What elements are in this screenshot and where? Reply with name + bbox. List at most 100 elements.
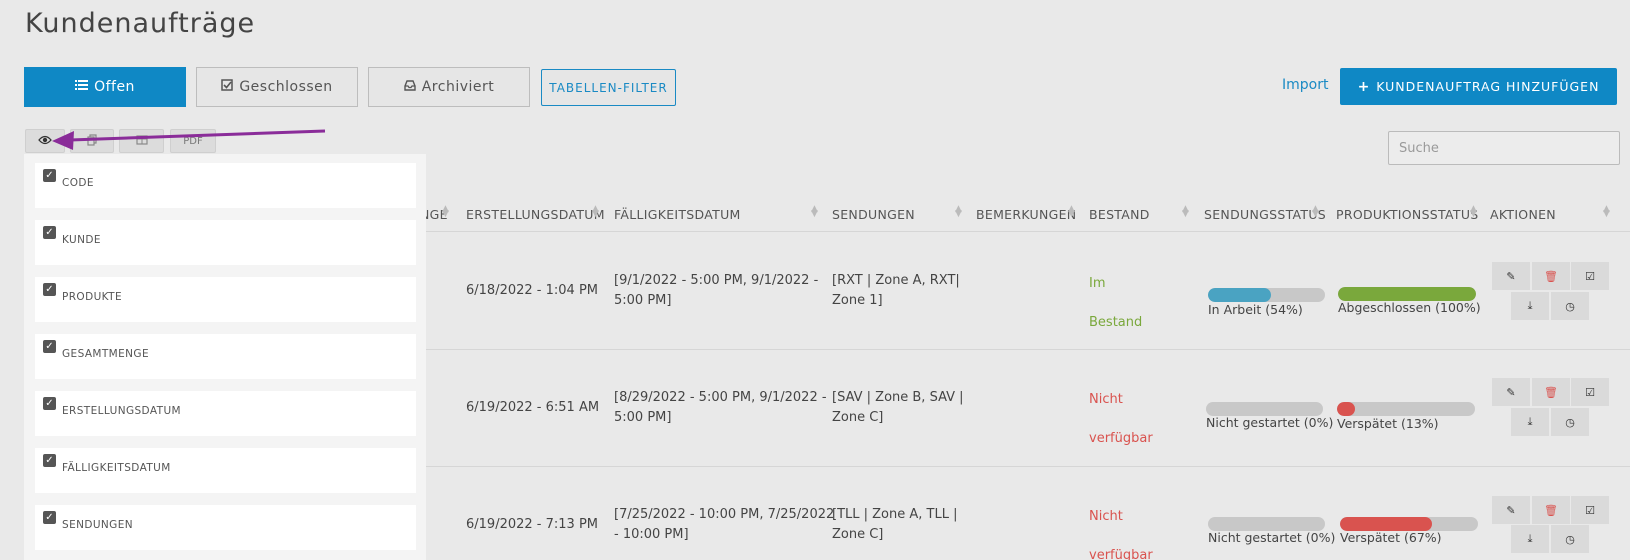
plus-icon: + xyxy=(1357,78,1371,95)
column-option-sendungen[interactable]: ✓ SENDUNGEN xyxy=(35,505,416,550)
close-order-button[interactable]: ☑ xyxy=(1571,262,1609,290)
sort-icon: ▲ ▼ xyxy=(1470,204,1477,219)
checkbox-checked[interactable]: ✓ xyxy=(43,454,56,467)
close-order-button[interactable]: ☑ xyxy=(1571,496,1609,524)
clock-icon: ◷ xyxy=(1565,299,1575,313)
sort-icon: ▲ ▼ xyxy=(1312,204,1319,219)
shipping-progress-bar xyxy=(1208,288,1325,302)
clock-icon: ◷ xyxy=(1565,415,1575,429)
due-date: [7/25/2022 - 10:00 PM, 7/25/2022- 10:00 … xyxy=(614,507,835,542)
close-order-button[interactable]: ☑ xyxy=(1571,378,1609,406)
clock-icon: ◷ xyxy=(1565,532,1575,546)
row-divider xyxy=(420,349,1630,350)
shipping-status-label: Nicht gestartet (0%) xyxy=(1206,415,1334,430)
stock-status: Nicht verfügbar xyxy=(1089,509,1153,560)
inbox-icon xyxy=(404,79,416,95)
add-order-button[interactable]: + KUNDENAUFTRAG HINZUFÜGEN xyxy=(1340,68,1617,105)
tab-label: Geschlossen xyxy=(239,79,333,95)
created-date: 6/19/2022 - 7:13 PM xyxy=(466,517,598,532)
tab-offen[interactable]: Offen xyxy=(24,67,186,107)
sort-icon: ▲ ▼ xyxy=(955,204,962,219)
edit-button[interactable]: ✎ xyxy=(1492,378,1530,406)
shipping-progress-bar xyxy=(1208,517,1325,531)
copy-icon xyxy=(87,133,97,149)
checkbox-checked[interactable]: ✓ xyxy=(43,397,56,410)
trash-icon: 🗑 xyxy=(1544,503,1558,517)
page-title: Kundenaufträge xyxy=(25,8,256,39)
excel-button[interactable] xyxy=(119,129,164,153)
shipping-progress-bar xyxy=(1206,402,1323,416)
column-option-faelligkeitsdatum[interactable]: ✓ FÄLLIGKEITSDATUM xyxy=(35,448,416,493)
history-button[interactable]: ◷ xyxy=(1551,292,1589,320)
edit-icon: ✎ xyxy=(1506,503,1516,517)
column-header-bestand[interactable]: BESTAND xyxy=(1089,207,1150,222)
pdf-button[interactable]: PDF xyxy=(170,129,216,153)
created-date: 6/18/2022 - 1:04 PM xyxy=(466,283,598,298)
shipping-status-label: In Arbeit (54%) xyxy=(1208,302,1303,317)
sort-icon: ▲ ▼ xyxy=(811,204,818,219)
edit-icon: ✎ xyxy=(1506,269,1516,283)
download-button[interactable]: ⤓ xyxy=(1511,525,1549,553)
checkbox-checked[interactable]: ✓ xyxy=(43,226,56,239)
due-date: [9/1/2022 - 5:00 PM, 9/1/2022 -5:00 PM] xyxy=(614,273,819,308)
column-visibility-panel: ✓ CODE ✓ KUNDE ✓ PRODUKTE ✓ GESAMTMENGE … xyxy=(24,154,426,560)
trash-icon: 🗑 xyxy=(1544,385,1558,399)
sort-icon: ▲ ▼ xyxy=(1603,204,1610,219)
production-progress-bar xyxy=(1340,517,1478,531)
checkbox-checked[interactable]: ✓ xyxy=(43,340,56,353)
column-header-bemerkungen[interactable]: BEMERKUNGEN xyxy=(976,207,1076,222)
check-square-icon: ☑ xyxy=(1585,503,1595,517)
tab-label: Offen xyxy=(94,79,135,95)
column-option-code[interactable]: ✓ CODE xyxy=(35,163,416,208)
production-status-label: Verspätet (13%) xyxy=(1337,416,1439,431)
production-progress-bar xyxy=(1338,287,1476,301)
sort-icon: ▲ ▼ xyxy=(1068,204,1075,219)
production-progress-bar xyxy=(1337,402,1475,416)
sort-icon: ▲ ▼ xyxy=(592,204,599,219)
table-filter-button[interactable]: TABELLEN-FILTER xyxy=(541,69,676,106)
tab-label: Archiviert xyxy=(421,79,495,95)
stock-status: Im Bestand xyxy=(1089,276,1143,330)
due-date: [8/29/2022 - 5:00 PM, 9/1/2022 -5:00 PM] xyxy=(614,390,827,425)
column-option-erstellungsdatum[interactable]: ✓ ERSTELLUNGSDATUM xyxy=(35,391,416,436)
row-divider xyxy=(420,466,1630,467)
download-button[interactable]: ⤓ xyxy=(1511,408,1549,436)
download-icon: ⤓ xyxy=(1527,299,1533,312)
column-header-faelligkeitsdatum[interactable]: FÄLLIGKEITSDATUM xyxy=(614,207,741,222)
delete-button[interactable]: 🗑 xyxy=(1532,262,1570,290)
column-option-gesamtmenge[interactable]: ✓ GESAMTMENGE xyxy=(35,334,416,379)
column-option-produkte[interactable]: ✓ PRODUKTE xyxy=(35,277,416,322)
created-date: 6/19/2022 - 6:51 AM xyxy=(466,400,600,415)
column-header-aktionen[interactable]: AKTIONEN xyxy=(1490,207,1556,222)
stock-status: Nicht verfügbar xyxy=(1089,392,1153,446)
import-link[interactable]: Import xyxy=(1282,77,1328,93)
checkbox-checked[interactable]: ✓ xyxy=(43,169,56,182)
eye-icon xyxy=(38,135,52,148)
column-option-kunde[interactable]: ✓ KUNDE xyxy=(35,220,416,265)
column-header-sendungsstatus[interactable]: SENDUNGSSTATUS xyxy=(1204,207,1326,222)
tab-archiviert[interactable]: Archiviert xyxy=(368,67,530,107)
table-header-divider xyxy=(420,231,1630,232)
edit-button[interactable]: ✎ xyxy=(1492,496,1530,524)
history-button[interactable]: ◷ xyxy=(1551,408,1589,436)
copy-button[interactable] xyxy=(70,129,114,153)
delete-button[interactable]: 🗑 xyxy=(1532,378,1570,406)
shipments: [RXT | Zone A, RXT| Zone 1] xyxy=(832,273,960,308)
edit-icon: ✎ xyxy=(1506,385,1516,399)
tab-geschlossen[interactable]: Geschlossen xyxy=(196,67,358,107)
checkbox-checked[interactable]: ✓ xyxy=(43,511,56,524)
edit-button[interactable]: ✎ xyxy=(1492,262,1530,290)
column-visibility-button[interactable] xyxy=(25,129,65,153)
download-button[interactable]: ⤓ xyxy=(1511,292,1549,320)
download-icon: ⤓ xyxy=(1527,415,1533,428)
delete-button[interactable]: 🗑 xyxy=(1532,496,1570,524)
checkbox-checked[interactable]: ✓ xyxy=(43,283,56,296)
search-input[interactable] xyxy=(1388,131,1620,165)
history-button[interactable]: ◷ xyxy=(1551,525,1589,553)
column-header-sendungen[interactable]: SENDUNGEN xyxy=(832,207,915,222)
check-square-icon: ☑ xyxy=(1585,385,1595,399)
column-header-erstellungsdatum[interactable]: ERSTELLUNGSDATUM xyxy=(466,207,605,222)
add-order-label: KUNDENAUFTRAG HINZUFÜGEN xyxy=(1376,79,1600,94)
column-header-produktionsstatus[interactable]: PRODUKTIONSSTATUS xyxy=(1336,207,1479,222)
sort-icon: ▲ ▼ xyxy=(442,204,449,219)
